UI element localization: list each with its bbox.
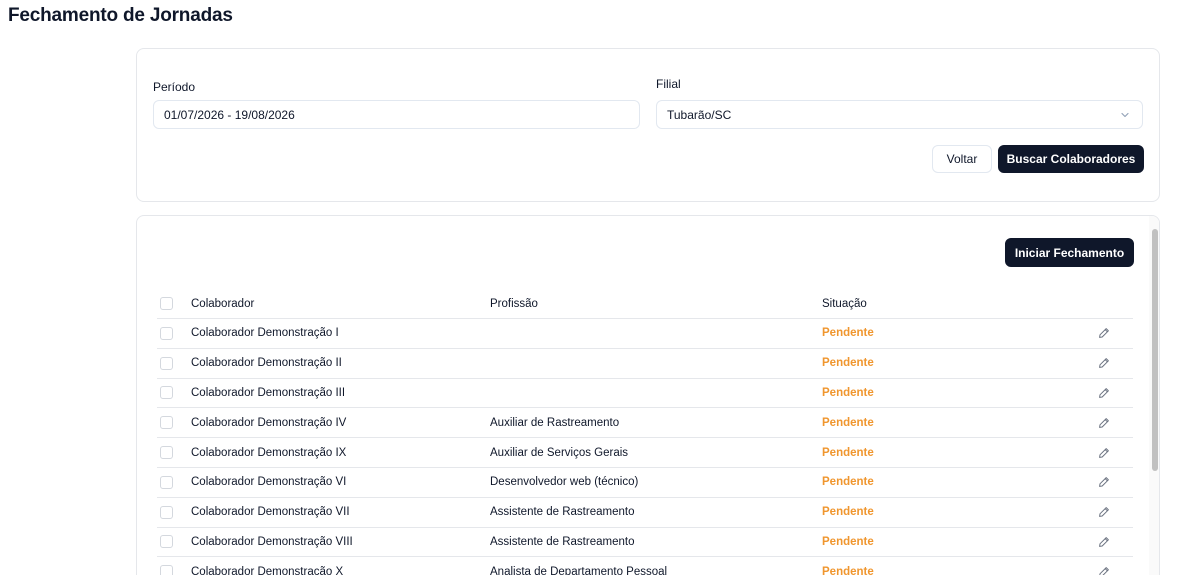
row-colaborador: Colaborador Demonstração VIII: [191, 535, 353, 548]
status-badge: Pendente: [822, 476, 874, 489]
page-title: Fechamento de Jornadas: [8, 5, 233, 26]
row-profissao: Auxiliar de Rastreamento: [490, 416, 620, 429]
table-body: Colaborador Demonstração I Pendente Colabo…: [157, 319, 1133, 575]
status-badge: Pendente: [822, 357, 874, 370]
table-row[interactable]: Colaborador Demonstração I Pendente: [157, 319, 1133, 349]
row-colaborador: Colaborador Demonstração X: [191, 565, 344, 575]
row-profissao: Auxiliar de Serviços Gerais: [490, 446, 629, 459]
row-profissao: Assistente de Rastreamento: [490, 535, 635, 548]
iniciar-fechamento-button[interactable]: Iniciar Fechamento: [1005, 238, 1134, 267]
pencil-icon[interactable]: [1097, 416, 1111, 430]
row-checkbox[interactable]: [160, 535, 173, 549]
voltar-button[interactable]: Voltar: [932, 145, 992, 173]
row-checkbox[interactable]: [160, 356, 173, 370]
table-row[interactable]: Colaborador Demonstração II Pendente: [157, 349, 1133, 379]
filial-select[interactable]: Tubarão/SC: [656, 100, 1143, 129]
row-colaborador: Colaborador Demonstração IV: [191, 416, 347, 429]
buscar-colaboradores-button[interactable]: Buscar Colaboradores: [998, 145, 1144, 173]
table-header: Colaborador Profissão Situação: [157, 289, 1133, 319]
pencil-icon[interactable]: [1097, 565, 1111, 575]
row-colaborador: Colaborador Demonstração VII: [191, 506, 350, 519]
row-checkbox[interactable]: [160, 475, 173, 489]
pencil-icon[interactable]: [1097, 386, 1111, 400]
filial-select-value: Tubarão/SC: [667, 107, 732, 122]
table-row[interactable]: Colaborador Demonstração VI Desenvolvedor…: [157, 468, 1133, 498]
row-checkbox[interactable]: [160, 565, 173, 575]
scrollbar-thumb[interactable]: [1152, 229, 1158, 471]
pencil-icon[interactable]: [1097, 505, 1111, 519]
filter-card: Período Filial Tubarão/SC Voltar Buscar …: [136, 48, 1160, 202]
status-badge: Pendente: [822, 535, 874, 548]
table-row[interactable]: Colaborador Demonstração X Analista de De…: [157, 557, 1133, 575]
row-colaborador: Colaborador Demonstração III: [191, 386, 346, 399]
row-checkbox[interactable]: [160, 386, 173, 400]
header-situacao: Situação: [822, 297, 867, 310]
row-colaborador: Colaborador Demonstração IX: [191, 446, 347, 459]
periodo-input[interactable]: [153, 100, 640, 129]
status-badge: Pendente: [822, 446, 874, 459]
row-colaborador: Colaborador Demonstração VI: [191, 476, 347, 489]
pencil-icon[interactable]: [1097, 356, 1111, 370]
scrollbar[interactable]: [1149, 216, 1159, 575]
status-badge: Pendente: [822, 506, 874, 519]
row-profissao: Analista de Departamento Pessoal: [490, 565, 668, 575]
table-row[interactable]: Colaborador Demonstração VII Assistente d…: [157, 498, 1133, 528]
table-row[interactable]: Colaborador Demonstração III Pendente: [157, 379, 1133, 409]
pencil-icon[interactable]: [1097, 446, 1111, 460]
row-checkbox[interactable]: [160, 446, 173, 460]
row-profissao: Desenvolvedor web (técnico): [490, 476, 639, 489]
row-checkbox[interactable]: [160, 505, 173, 519]
chevron-down-icon: [1118, 108, 1132, 122]
status-badge: Pendente: [822, 565, 874, 575]
row-colaborador: Colaborador Demonstração II: [191, 357, 342, 370]
periodo-label: Período: [153, 80, 196, 94]
status-badge: Pendente: [822, 386, 874, 399]
pencil-icon[interactable]: [1097, 326, 1111, 340]
table-row[interactable]: Colaborador Demonstração IV Auxiliar de R…: [157, 408, 1133, 439]
status-badge: Pendente: [822, 327, 874, 340]
colaboradores-table: Colaborador Profissão Situação Colaborad…: [157, 289, 1133, 575]
status-badge: Pendente: [822, 416, 874, 429]
row-checkbox[interactable]: [160, 416, 173, 430]
header-colaborador: Colaborador: [191, 297, 255, 310]
row-checkbox[interactable]: [160, 326, 173, 340]
header-profissao: Profissão: [490, 297, 538, 310]
select-all-checkbox[interactable]: [160, 297, 173, 310]
table-row[interactable]: Colaborador Demonstração IX Auxiliar de S…: [157, 438, 1133, 468]
pencil-icon[interactable]: [1097, 535, 1111, 549]
row-profissao: Assistente de Rastreamento: [490, 506, 635, 519]
row-colaborador: Colaborador Demonstração I: [191, 327, 339, 340]
pencil-icon[interactable]: [1097, 475, 1111, 489]
colaboradores-card: Iniciar Fechamento Colaborador Profissão…: [136, 215, 1160, 575]
table-row[interactable]: Colaborador Demonstração VIII Assistente …: [157, 528, 1133, 558]
filial-label: Filial: [656, 77, 681, 91]
